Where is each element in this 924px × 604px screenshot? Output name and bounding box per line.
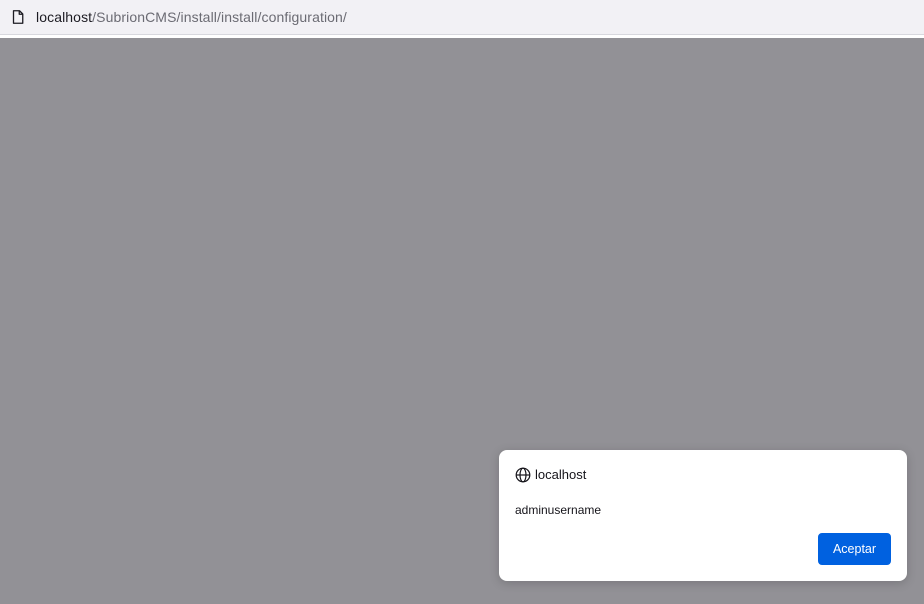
document-icon (11, 9, 25, 25)
address-bar[interactable]: localhost/SubrionCMS/install/install/con… (0, 0, 924, 35)
url-host: localhost (36, 9, 93, 25)
accept-button[interactable]: Aceptar (818, 533, 891, 565)
url-path: /SubrionCMS/install/install/configuratio… (92, 9, 347, 25)
dialog-origin: localhost (515, 466, 586, 483)
dialog-origin-label: localhost (535, 467, 587, 482)
dialog-message: adminusername (515, 503, 602, 517)
globe-icon (515, 467, 531, 483)
url-text[interactable]: localhost/SubrionCMS/install/install/con… (36, 9, 347, 25)
alert-dialog: localhost adminusername Aceptar (499, 450, 907, 581)
